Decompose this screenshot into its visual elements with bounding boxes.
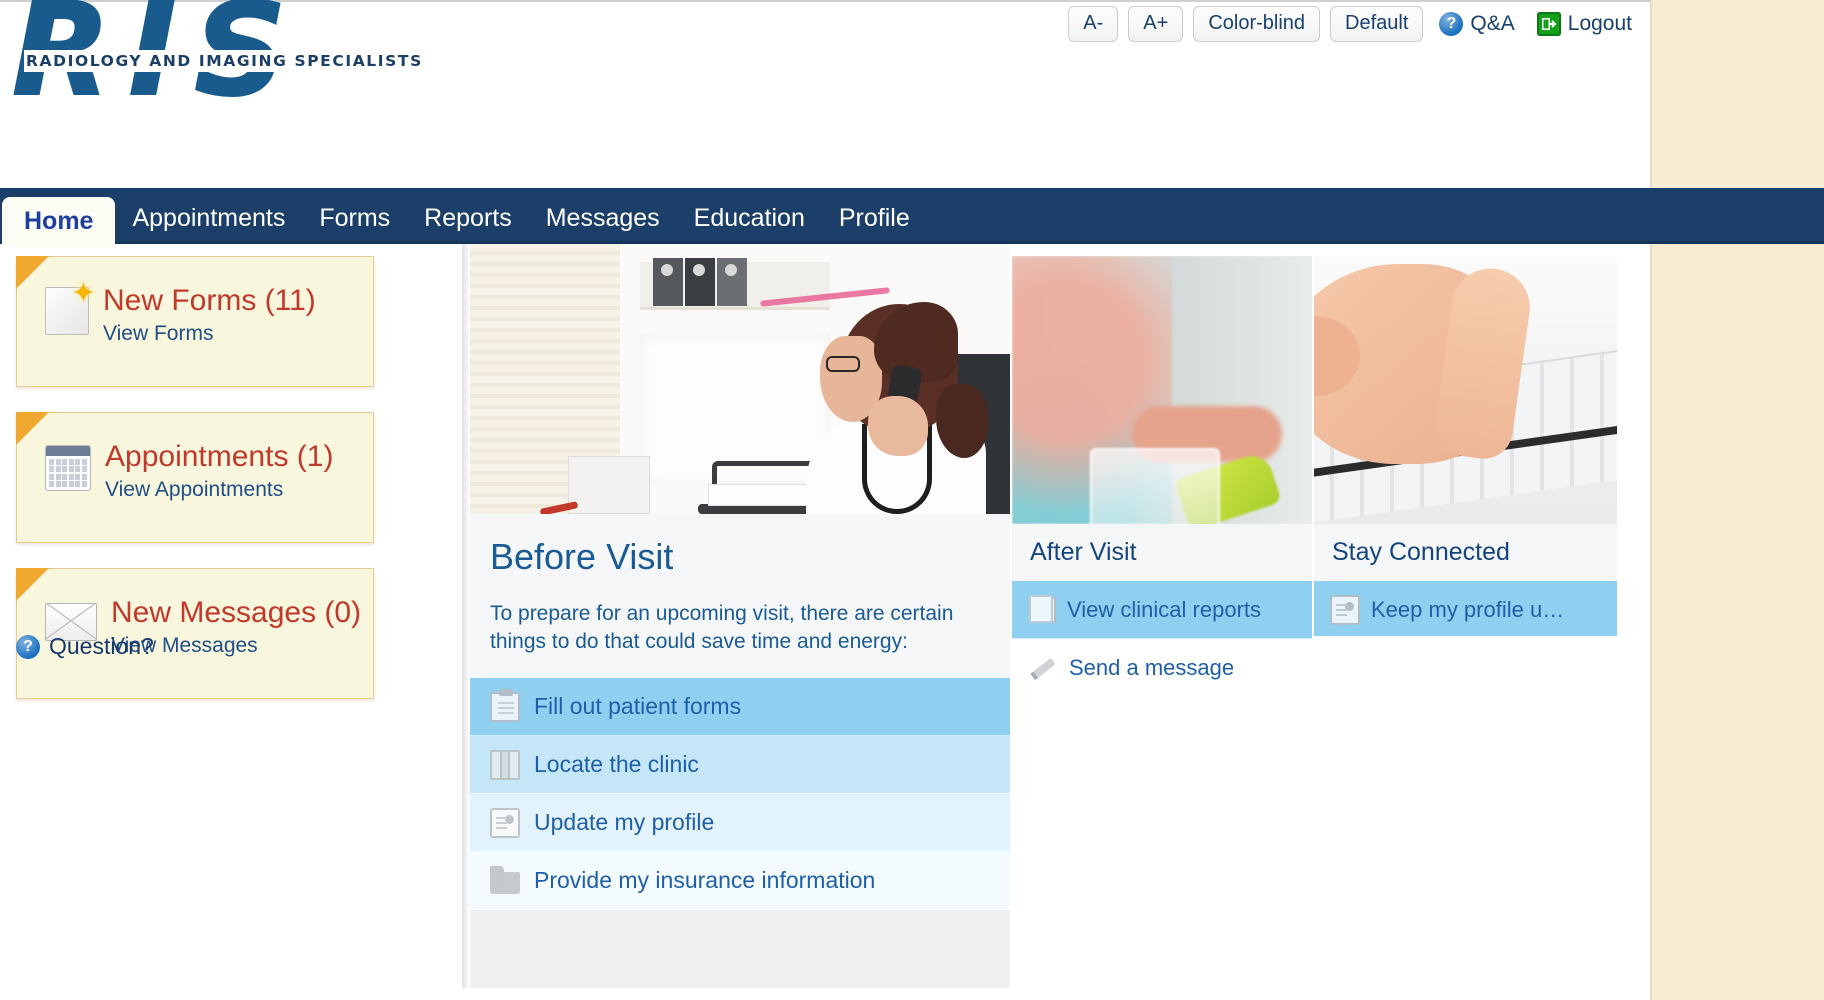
main-navigation-bar: Home Appointments Forms Reports Messages… xyxy=(0,188,1824,247)
calendar-header-band xyxy=(46,446,90,456)
card-corner-fold xyxy=(16,568,49,601)
hand-typing-on-keyboard-photo xyxy=(1314,256,1617,524)
link-label: Keep my profile u… xyxy=(1371,596,1565,622)
after-visit-link-list: View clinical reports Send a message xyxy=(1012,581,1312,686)
card-title: New Messages (0) xyxy=(111,596,362,629)
calendar-grid xyxy=(46,456,90,490)
copy-documents-icon xyxy=(1029,594,1056,623)
link-label: Send a message xyxy=(1069,654,1235,680)
nav-tab-home[interactable]: Home xyxy=(2,197,116,247)
calendar-icon xyxy=(45,445,91,491)
link-update-my-profile[interactable]: Update my profile xyxy=(470,794,1010,852)
qa-link[interactable]: ? Q&A xyxy=(1433,8,1520,40)
before-visit-hero-image xyxy=(470,244,1010,514)
nav-tab-messages[interactable]: Messages xyxy=(529,205,677,244)
panel-after-visit: After Visit View clinical reports Send a… xyxy=(1012,256,1312,686)
card-link-view-appointments[interactable]: View Appointments xyxy=(105,478,333,502)
clipboard-icon xyxy=(490,688,520,722)
card-title: New Forms (11) xyxy=(103,284,316,317)
stay-connected-hero-image xyxy=(1314,256,1617,524)
link-label: Fill out patient forms xyxy=(534,693,742,719)
color-blind-theme-button[interactable]: Color-blind xyxy=(1193,6,1321,42)
panel-title-stay-connected: Stay Connected xyxy=(1332,538,1510,566)
panel-stay-connected: Stay Connected Keep my profile u… xyxy=(1314,256,1617,636)
help-icon: ? xyxy=(1439,12,1464,36)
site-header: RIS RADIOLOGY AND IMAGING SPECIALISTS A-… xyxy=(0,0,1650,188)
id-card-icon xyxy=(1330,594,1360,625)
card-corner-fold xyxy=(16,412,49,445)
link-view-clinical-reports[interactable]: View clinical reports xyxy=(1012,581,1312,639)
stay-connected-link-list: Keep my profile u… xyxy=(1314,581,1617,636)
main-panel-shadow xyxy=(462,244,470,988)
link-send-a-message[interactable]: Send a message xyxy=(1012,639,1312,686)
after-visit-hero-image xyxy=(1012,256,1312,524)
accessibility-toolbar: A- A+ Color-blind Default ? Q&A Logout xyxy=(1068,6,1638,42)
link-keep-my-profile-updated[interactable]: Keep my profile u… xyxy=(1314,581,1617,636)
nav-tab-reports[interactable]: Reports xyxy=(407,205,529,244)
nav-tab-forms[interactable]: Forms xyxy=(302,205,407,244)
doctor-on-phone-photo xyxy=(470,244,1010,514)
page-right-edge-shadow xyxy=(1650,0,1653,1000)
panel-before-visit: Before Visit To prepare for an upcoming … xyxy=(470,244,1010,988)
before-visit-heading-block: Before Visit To prepare for an upcoming … xyxy=(470,514,1010,678)
link-locate-the-clinic[interactable]: Locate the clinic xyxy=(470,736,1010,794)
card-link-view-forms[interactable]: View Forms xyxy=(103,322,316,346)
panel-title-before-visit: Before Visit xyxy=(490,536,674,577)
panel-description-before-visit: To prepare for an upcoming visit, there … xyxy=(490,602,954,653)
new-document-icon: ✦ xyxy=(45,279,96,335)
link-label: Locate the clinic xyxy=(534,751,699,777)
link-provide-my-insurance-information[interactable]: Provide my insurance information xyxy=(470,852,1010,910)
nav-tab-appointments[interactable]: Appointments xyxy=(115,205,302,244)
card-appointments[interactable]: Appointments (1) View Appointments xyxy=(16,412,374,543)
id-card-icon xyxy=(490,807,520,838)
after-visit-heading-block: After Visit xyxy=(1012,524,1312,581)
stay-connected-heading-block: Stay Connected xyxy=(1314,524,1617,581)
question-label: Question? xyxy=(49,633,154,659)
card-body: ✦ New Forms (11) View Forms xyxy=(17,257,373,346)
link-label: Provide my insurance information xyxy=(534,867,876,893)
card-body: Appointments (1) View Appointments xyxy=(17,413,373,502)
panel-title-after-visit: After Visit xyxy=(1030,538,1137,566)
logout-link[interactable]: Logout xyxy=(1531,8,1638,40)
nav-tab-profile[interactable]: Profile xyxy=(822,205,927,244)
page-root: RIS RADIOLOGY AND IMAGING SPECIALISTS A-… xyxy=(0,0,1824,1000)
nav-tab-list: Home Appointments Forms Reports Messages… xyxy=(0,188,927,247)
card-new-forms[interactable]: ✦ New Forms (11) View Forms xyxy=(16,256,374,387)
question-link[interactable]: ? Question? xyxy=(16,633,154,660)
sparkle-icon: ✦ xyxy=(70,277,96,310)
font-increase-button[interactable]: A+ xyxy=(1128,6,1184,42)
folder-icon xyxy=(490,865,520,894)
help-icon: ? xyxy=(16,634,40,659)
nav-tab-education[interactable]: Education xyxy=(677,205,822,244)
before-visit-link-list: Fill out patient forms Locate the clinic… xyxy=(470,678,1010,910)
exit-icon xyxy=(1536,12,1561,36)
link-label: View clinical reports xyxy=(1067,596,1262,622)
default-theme-button[interactable]: Default xyxy=(1330,6,1424,42)
site-logo[interactable]: RIS RADIOLOGY AND IMAGING SPECIALISTS xyxy=(11,0,425,117)
logout-label: Logout xyxy=(1567,12,1632,35)
pencil-icon xyxy=(1028,653,1058,683)
link-fill-out-patient-forms[interactable]: Fill out patient forms xyxy=(470,678,1010,736)
card-title: Appointments (1) xyxy=(105,440,334,473)
font-decrease-button[interactable]: A- xyxy=(1068,6,1119,42)
card-corner-fold xyxy=(16,256,49,289)
clinician-with-cup-photo xyxy=(1012,256,1312,524)
link-label: Update my profile xyxy=(534,809,715,835)
logo-subtitle: RADIOLOGY AND IMAGING SPECIALISTS xyxy=(24,50,425,72)
map-icon xyxy=(490,749,520,780)
qa-label: Q&A xyxy=(1470,12,1515,35)
